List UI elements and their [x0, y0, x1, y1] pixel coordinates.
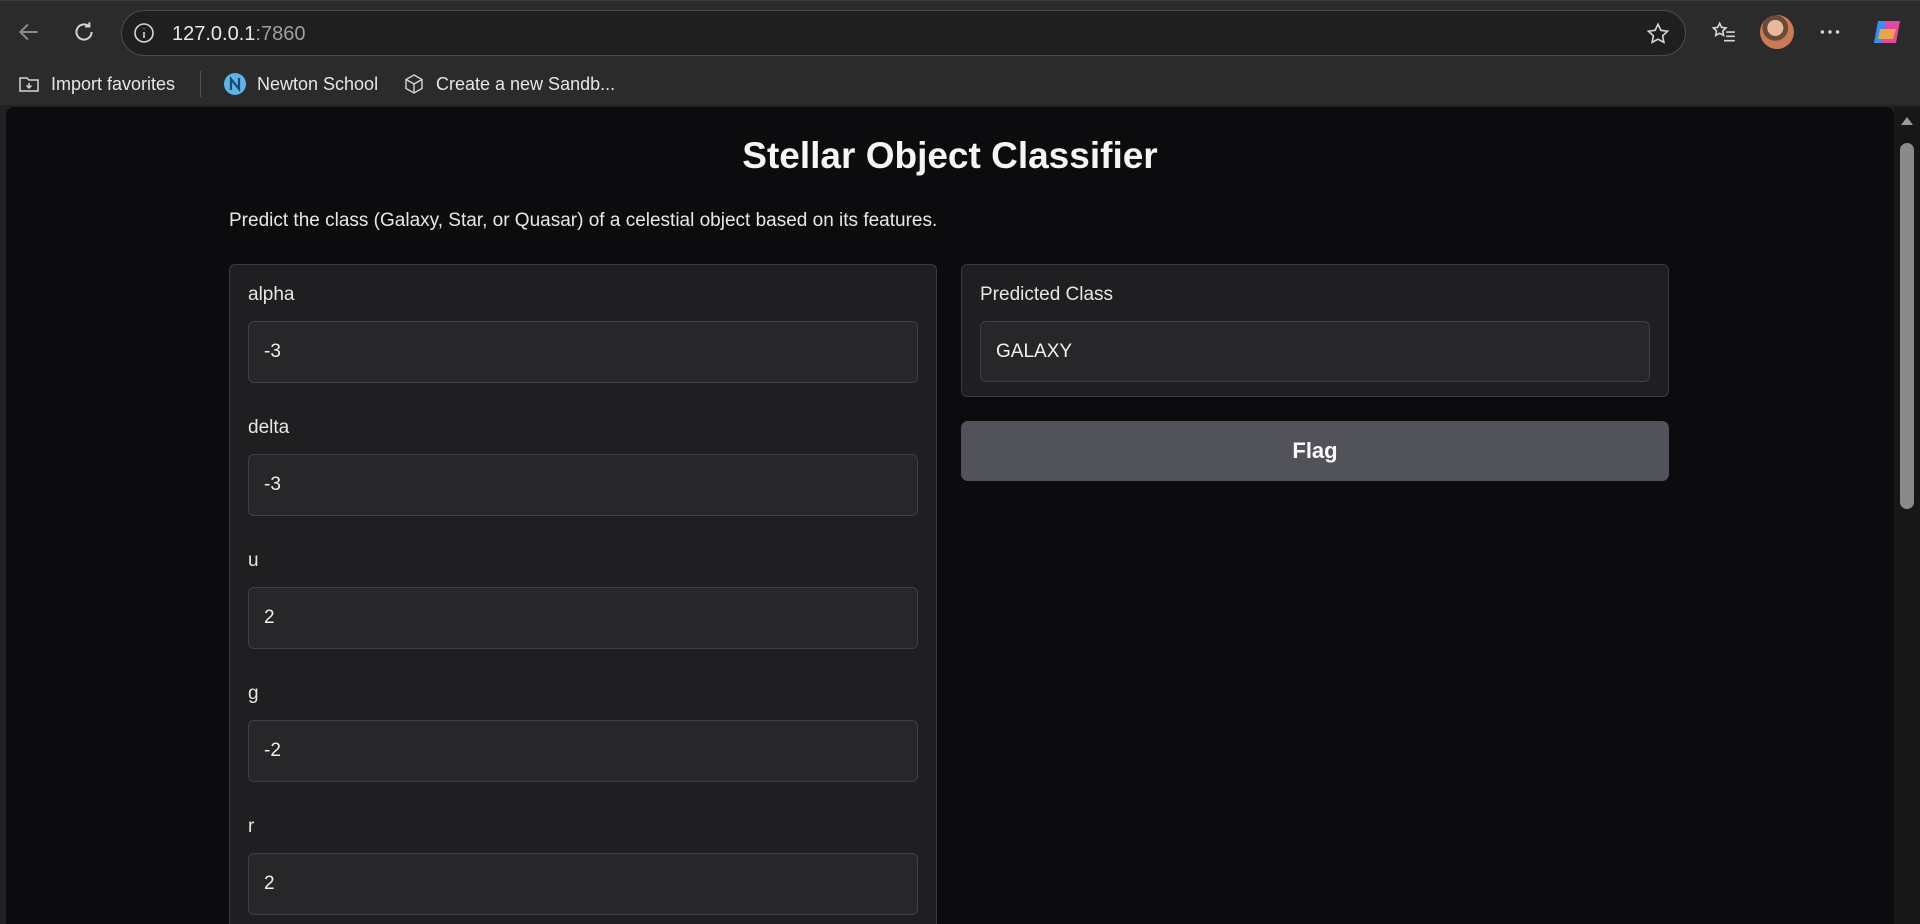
- url-text[interactable]: 127.0.0.1:7860: [172, 23, 305, 46]
- page-scrollbar[interactable]: [1894, 107, 1920, 924]
- predicted-class-label: Predicted Class: [980, 284, 1114, 305]
- delta-label: delta: [248, 417, 290, 438]
- delta-input[interactable]: -3: [248, 454, 918, 516]
- site-info-icon[interactable]: [132, 21, 156, 45]
- favorites-list-icon[interactable]: [1706, 14, 1742, 50]
- input-panel: alpha -3 delta -3 u 2 g -2 r 2: [229, 264, 937, 924]
- r-label: r: [248, 816, 255, 837]
- alpha-input[interactable]: -3: [248, 321, 918, 383]
- u-input[interactable]: 2: [248, 587, 918, 649]
- scroll-thumb[interactable]: [1900, 143, 1914, 509]
- reload-icon[interactable]: [66, 14, 102, 50]
- page-viewport: Stellar Object Classifier Predict the cl…: [6, 107, 1894, 924]
- page-description: Predict the class (Galaxy, Star, or Quas…: [229, 210, 938, 231]
- scroll-up-arrow-icon[interactable]: [1901, 117, 1913, 125]
- flag-button[interactable]: Flag: [961, 421, 1669, 481]
- bookmark-label: Import favorites: [51, 73, 176, 94]
- page-title: Stellar Object Classifier: [742, 135, 1158, 176]
- bookmark-label: Create a new Sandb...: [436, 73, 616, 94]
- alpha-label: alpha: [248, 284, 295, 305]
- back-icon[interactable]: [11, 14, 47, 50]
- more-menu-icon[interactable]: [1812, 14, 1848, 50]
- bookmark-separator: [200, 71, 201, 97]
- browser-toolbar: 127.0.0.1:7860: [0, 0, 1920, 63]
- address-bar[interactable]: 127.0.0.1:7860: [121, 10, 1686, 56]
- r-input[interactable]: 2: [248, 853, 918, 915]
- url-host: 127.0.0.1: [172, 23, 256, 45]
- import-favorites-icon: [19, 77, 39, 92]
- g-input[interactable]: -2: [248, 720, 918, 782]
- newton-school-icon: [224, 73, 246, 95]
- bookmark-sandbox[interactable]: Create a new Sandb...: [402, 71, 615, 97]
- cube-icon: [405, 74, 423, 94]
- u-label: u: [248, 550, 259, 571]
- bookmarks-bar: Import favorites Newton School Create a …: [0, 63, 1920, 105]
- profile-avatar[interactable]: [1760, 15, 1794, 49]
- g-label: g: [248, 683, 259, 704]
- bookmark-label: Newton School: [257, 73, 379, 94]
- copilot-icon[interactable]: [1870, 15, 1904, 49]
- predicted-class-output: GALAXY: [980, 321, 1650, 382]
- bookmark-newton-school[interactable]: Newton School: [223, 71, 378, 97]
- favorite-star-icon[interactable]: [1645, 21, 1671, 47]
- url-port: :7860: [255, 23, 306, 45]
- output-panel: Predicted Class GALAXY: [961, 264, 1669, 397]
- bookmark-import-favorites[interactable]: Import favorites: [17, 71, 175, 97]
